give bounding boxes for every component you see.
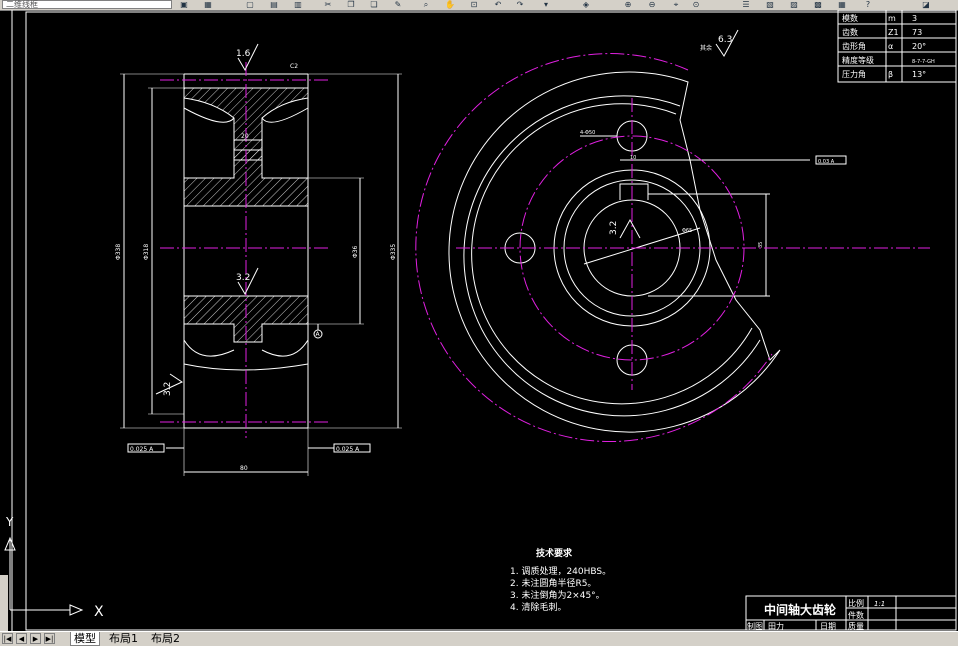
properties-icon[interactable]: ☰ [740, 0, 752, 9]
tech-req-line-2: 2. 未注圆角半径R5。 [510, 577, 596, 589]
tol-right-text: 0.025 A [336, 446, 360, 453]
dim-left-outer: Φ338 [115, 244, 122, 260]
roughness-keyway-label: 3.2 [609, 221, 619, 235]
zoom-window-icon[interactable]: ⊡ [468, 0, 480, 9]
next-tab-icon[interactable]: ▶ [30, 633, 41, 644]
param-name: 压力角 [842, 69, 866, 79]
param-symbol: α [888, 42, 893, 51]
param-name: 齿形角 [842, 41, 866, 51]
param-value: 13° [912, 70, 926, 79]
zoom-realtime-icon[interactable]: ⌕ [420, 0, 432, 9]
layer-icon[interactable]: ◈ [580, 0, 592, 9]
end-view [448, 71, 810, 433]
cut-icon[interactable]: ✂ [322, 0, 334, 9]
left-palette [0, 575, 8, 631]
qty-label: 件数 [848, 610, 864, 620]
open-icon[interactable]: ▤ [268, 0, 280, 9]
tab-layout1[interactable]: 布局1 [106, 632, 141, 645]
drawing-canvas[interactable]: 1.6 C2 3.2 3.2 Φ338 Φ318 Φ335 Φ36 20 80 … [0, 10, 958, 631]
param-symbol: m [888, 14, 896, 23]
dim-right-outer: Φ335 [390, 244, 397, 260]
dim-left-inner: Φ318 [143, 244, 150, 260]
copy-icon[interactable]: ❐ [345, 0, 357, 9]
roughness-left-label: 3.2 [163, 382, 173, 396]
dim-keyway: 10 [630, 155, 636, 161]
tol-key-text: 0.03 A [818, 159, 835, 165]
param-value: 20° [912, 42, 926, 51]
dim-face-width: 80 [240, 465, 248, 472]
match-icon[interactable]: ✎ [392, 0, 404, 9]
param-value: 73 [912, 28, 922, 37]
save-icon[interactable]: ▥ [292, 0, 304, 9]
datum-label: A [316, 331, 321, 338]
prev-tab-icon[interactable]: ◀ [16, 633, 27, 644]
scale-label: 比例 [848, 598, 864, 608]
param-value: 8-7-7-GH [912, 59, 935, 65]
designcenter-icon[interactable]: ▧ [764, 0, 776, 9]
param-name: 齿数 [842, 27, 858, 37]
drawn-label: 制图 [747, 621, 763, 631]
chamfer-label: C2 [290, 63, 298, 70]
part-name: 中间轴大齿轮 [764, 602, 837, 617]
dim-hole: 4-Φ50 [580, 130, 595, 136]
zoom-in-icon[interactable]: ⊕ [622, 0, 634, 9]
undo-icon[interactable]: ↶ [492, 0, 504, 9]
paste-icon[interactable]: ❏ [368, 0, 380, 9]
tolerance-frame-key: 0.03 A [815, 155, 847, 165]
tol-left-text: 0.025 A [130, 446, 154, 453]
weight-label: 质量 [848, 621, 864, 631]
drawn-name: 田力 [768, 621, 784, 631]
layers-panel-icon[interactable]: ◪ [920, 0, 932, 9]
scale-value: 1:1 [874, 600, 885, 608]
tab-model[interactable]: 模型 [70, 632, 100, 646]
end-view-centerlines [415, 53, 930, 442]
view-style-combo[interactable]: 二维线框 [2, 0, 172, 9]
dim-key-depth: 35 [758, 242, 764, 248]
first-tab-icon[interactable]: |◀ [2, 633, 13, 644]
tech-req-title: 技术要求 [536, 547, 573, 559]
redo-icon[interactable]: ↷ [514, 0, 526, 9]
dim-web-thick: 20 [241, 133, 249, 140]
zoom-all-icon[interactable]: ⊙ [690, 0, 702, 9]
date-label: 日期 [820, 622, 836, 631]
param-value: 3 [912, 14, 917, 23]
section-view [120, 62, 402, 476]
zoom-prev-icon[interactable]: ⌖ [670, 0, 682, 9]
param-symbol: Z1 [888, 28, 899, 37]
drawing-frame [11, 10, 957, 631]
tab-layout2[interactable]: 布局2 [148, 632, 183, 645]
shade-icon[interactable]: ▦ [202, 0, 214, 9]
roughness-symbol-keyway [619, 218, 641, 239]
layout-tabbar: |◀ ◀ ▶ ▶| 模型 布局1 布局2 [0, 631, 958, 646]
render-icon[interactable]: ▣ [178, 0, 190, 9]
grid-icon[interactable]: ▦ [836, 0, 848, 9]
roughness-header-label: 6.3 [718, 35, 732, 45]
tech-req-line-1: 1. 调质处理，240HBS。 [510, 565, 611, 577]
last-tab-icon[interactable]: ▶| [44, 633, 55, 644]
help-icon[interactable]: ? [862, 0, 874, 9]
param-name: 模数 [842, 13, 858, 23]
toolpalette-icon[interactable]: ▨ [788, 0, 800, 9]
new-icon[interactable]: ▢ [244, 0, 256, 9]
param-symbol: β [888, 70, 893, 79]
tech-req-line-4: 4. 清除毛刺。 [510, 601, 566, 613]
dropdown-icon[interactable]: ▾ [540, 0, 552, 9]
pan-icon[interactable]: ✋ [444, 0, 456, 9]
zoom-out-icon[interactable]: ⊖ [646, 0, 658, 9]
ucs-x-label: X [94, 604, 104, 620]
roughness-other-prefix: 其余 [700, 44, 712, 52]
calculator-icon[interactable]: ▩ [812, 0, 824, 9]
roughness-mid-label: 3.2 [236, 273, 250, 283]
ucs-icon [4, 536, 84, 616]
tolerance-frame-left: 0.025 A [127, 443, 165, 453]
tech-req-line-3: 3. 未注倒角为2×45°。 [510, 589, 605, 601]
param-name: 精度等级 [842, 55, 874, 65]
roughness-top-label: 1.6 [236, 49, 251, 59]
dim-hub: Φ65 [682, 228, 692, 234]
tolerance-frame-right: 0.025 A [333, 443, 371, 453]
ucs-y-label: Y [5, 515, 14, 529]
dim-bore: Φ36 [352, 245, 359, 258]
